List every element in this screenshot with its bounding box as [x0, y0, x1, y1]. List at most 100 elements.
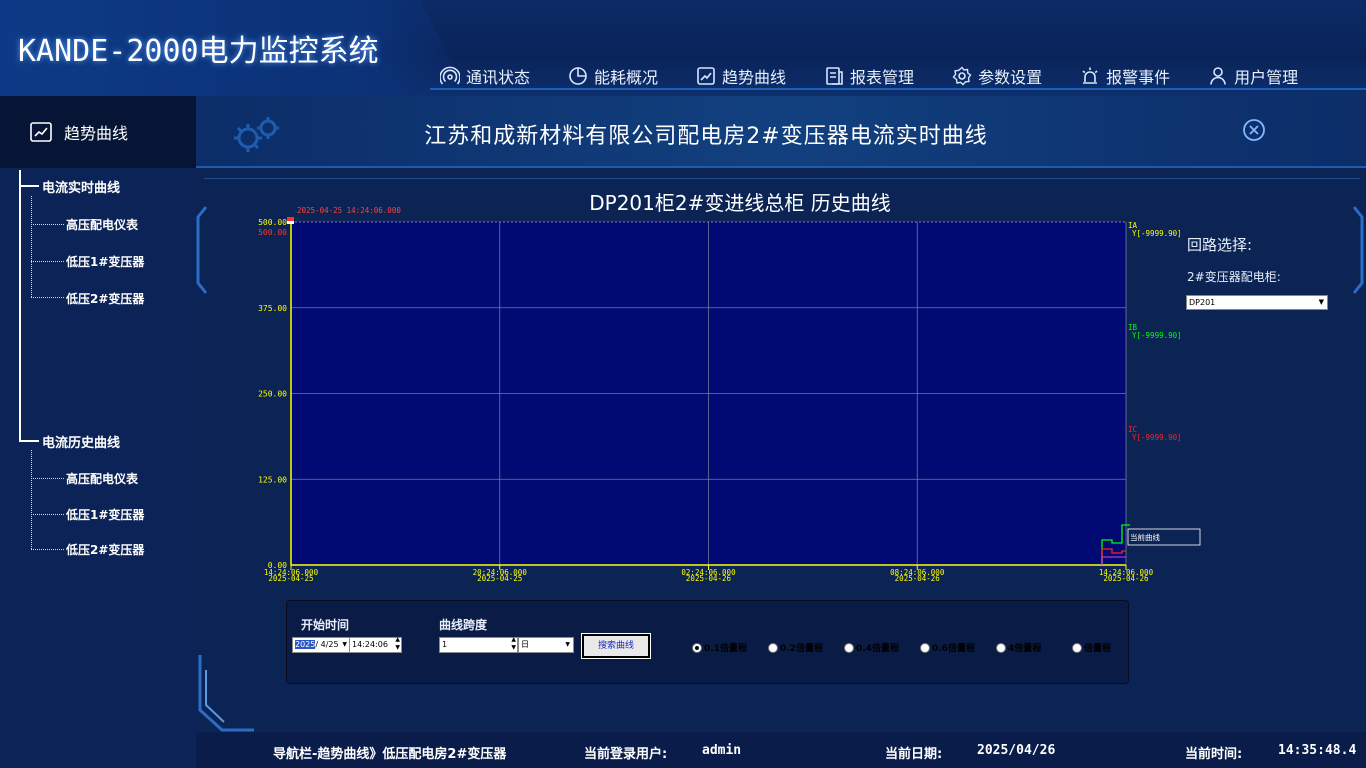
y-top-red-label: 500.00 — [258, 228, 287, 237]
sidebar-header: 趋势曲线 — [0, 96, 196, 168]
span-unit-select[interactable]: 日 ▼ — [518, 637, 574, 653]
radio-label: 4倍量程 — [1008, 644, 1042, 654]
nav-item-energy-overview[interactable]: 能耗概况 — [568, 62, 658, 90]
trend-chart-icon — [30, 122, 52, 142]
tree-branch — [19, 440, 39, 442]
x-tick-date: 2025-04-25 — [268, 574, 313, 583]
tree-item-realtime-hv[interactable]: 高压配电仪表 — [66, 216, 138, 233]
y-tick-label: 125.00 — [258, 475, 287, 484]
span-value: 1 — [442, 640, 448, 649]
range-radio-0.4[interactable]: 0.4倍量程 — [844, 641, 899, 654]
radio-label: 倍量程 — [1084, 644, 1112, 654]
nav-item-trend-curve[interactable]: 趋势曲线 — [696, 62, 786, 90]
y-tick-label: 375.00 — [258, 304, 287, 313]
tree-sub-branch — [31, 549, 64, 550]
status-nav-path: 导航栏-趋势曲线》低压配电房2#变压器 — [273, 747, 507, 762]
status-time-value: 14:35:48.4 — [1278, 743, 1357, 758]
radio-dot[interactable] — [1072, 642, 1082, 653]
radio-label: 0.6倍量程 — [932, 644, 975, 654]
range-radio-0.6[interactable]: 0.6倍量程 — [920, 641, 975, 654]
nav-item-alarm-events[interactable]: 报警事件 — [1080, 62, 1170, 90]
tree-sub-trunk — [31, 196, 32, 297]
series-line-extra — [1101, 556, 1126, 565]
span-value-input[interactable]: 1 ▲ ▼ — [439, 636, 518, 653]
start-year-field[interactable]: 2025 — [295, 640, 316, 649]
start-time-label: 开始时间 — [301, 618, 350, 632]
signal-icon — [440, 66, 460, 85]
search-curve-button[interactable]: 搜索曲线 — [581, 633, 651, 659]
tree-sub-branch — [31, 514, 64, 515]
nav-item-param-settings[interactable]: 参数设置 — [952, 62, 1042, 90]
start-date-picker[interactable]: 2025/ 4/25 ▼ — [292, 637, 350, 653]
sidebar-header-label: 趋势曲线 — [64, 124, 129, 143]
cabinet-select-value: DP201 — [1189, 298, 1216, 307]
radio-dot[interactable] — [844, 642, 854, 653]
trend-chart-icon — [697, 67, 715, 85]
start-date-field[interactable]: / 4/25 — [315, 640, 338, 649]
nav-label: 能耗概况 — [594, 68, 659, 87]
tree-sub-branch — [31, 224, 64, 225]
tree-sub-branch — [31, 261, 64, 262]
tree-item-history-lv1[interactable]: 低压1#变压器 — [66, 506, 144, 523]
cursor-time-label: 2025-04-25 14:24:06.000 — [297, 206, 401, 215]
x-tick-date: 2025-04-26 — [1103, 574, 1149, 583]
nav-item-report[interactable]: 报表管理 — [824, 62, 914, 90]
cabinet-select[interactable]: DP201 ▼ — [1186, 295, 1328, 310]
status-user-label: 当前登录用户: — [584, 747, 668, 762]
tree-sub-branch — [31, 478, 64, 479]
y-tick-label: 500.00 — [258, 218, 287, 227]
nav-item-user-management[interactable]: 用户管理 — [1208, 62, 1298, 90]
tree-group-history[interactable]: 电流历史曲线 — [42, 432, 120, 451]
tree-item-history-hv[interactable]: 高压配电仪表 — [66, 470, 138, 487]
tree-sub-trunk — [31, 450, 32, 549]
span-unit-value: 日 — [521, 640, 529, 649]
gear-icon — [952, 66, 972, 86]
x-tick-date: 2025-04-26 — [686, 574, 732, 583]
radio-label: 0.2倍量程 — [780, 644, 823, 654]
nav-label: 参数设置 — [978, 68, 1043, 87]
tree-branch — [19, 185, 39, 187]
pie-chart-icon — [569, 67, 587, 85]
range-radio-4[interactable]: 4倍量程 — [996, 641, 1041, 654]
nav-label: 用户管理 — [1234, 68, 1299, 87]
spinner-icon[interactable]: ▲ ▼ — [511, 636, 516, 652]
alarm-icon — [1082, 67, 1098, 84]
radio-label: 0.1倍量程 — [704, 644, 747, 654]
status-date-value: 2025/04/26 — [977, 743, 1056, 758]
status-user-value: admin — [702, 743, 742, 758]
start-time-value: 14:24:06 — [352, 640, 388, 649]
current-curve-label: 当前曲线 — [1130, 532, 1160, 542]
radio-dot[interactable] — [996, 642, 1006, 653]
tree-sub-branch — [31, 297, 64, 298]
tree-item-history-lv2[interactable]: 低压2#变压器 — [66, 541, 144, 558]
start-time-field[interactable]: 14:24:06 ▲ ▼ — [349, 636, 402, 653]
top-nav: 通讯状态 能耗概况 趋势曲线 报表管理 参数设置 报警事件 用户管理 — [440, 62, 1336, 90]
radio-dot[interactable] — [920, 642, 930, 653]
spinner-icon[interactable]: ▲ ▼ — [395, 636, 400, 652]
radio-dot[interactable] — [692, 642, 702, 653]
nav-item-comm-status[interactable]: 通讯状态 — [440, 62, 530, 90]
user-icon — [1210, 67, 1226, 85]
nav-label: 趋势曲线 — [722, 68, 787, 87]
range-radio-0.1[interactable]: 0.1倍量程 — [692, 641, 747, 654]
tree-group-realtime[interactable]: 电流实时曲线 — [42, 177, 120, 196]
radio-dot[interactable] — [768, 642, 778, 653]
nav-label: 报表管理 — [850, 68, 915, 87]
nav-label: 通讯状态 — [466, 68, 531, 87]
dropdown-arrow-icon: ▼ — [1318, 298, 1324, 306]
range-radio-0.2[interactable]: 0.2倍量程 — [768, 641, 823, 654]
tree-item-realtime-lv1[interactable]: 低压1#变压器 — [66, 253, 144, 270]
x-tick-date: 2025-04-25 — [477, 574, 522, 583]
series-value-label: Y[-9999.90] — [1132, 331, 1182, 340]
series-value-label: Y[-9999.90] — [1132, 229, 1182, 238]
radio-label: 0.4倍量程 — [856, 644, 899, 654]
chevron-down-icon[interactable]: ▼ — [342, 638, 347, 652]
span-label: 曲线跨度 — [439, 618, 488, 632]
range-radio-x[interactable]: 倍量程 — [1072, 641, 1111, 654]
close-icon[interactable] — [1242, 118, 1266, 142]
trend-chart: 0.00125.00250.00375.00500.00500.0014:24:… — [258, 206, 1201, 583]
tree-item-realtime-lv2[interactable]: 低压2#变压器 — [66, 290, 144, 307]
tree-trunk — [19, 170, 21, 442]
page-title: 江苏和成新材料有限公司配电房2#变压器电流实时曲线 — [424, 124, 988, 149]
app-title: KANDE-2000电力监控系统 — [18, 34, 379, 69]
